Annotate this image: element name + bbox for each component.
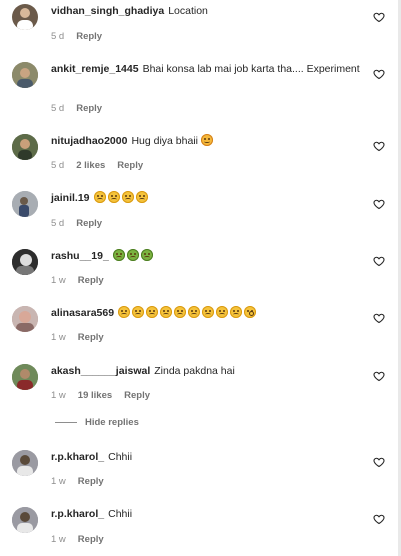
likes-count[interactable]: 2 likes [76, 160, 105, 171]
sad-face-emoji-icon [132, 306, 145, 318]
heart-outline-icon[interactable] [373, 68, 385, 80]
reply-button[interactable]: Reply [76, 218, 102, 229]
heart-outline-icon[interactable] [373, 513, 385, 525]
blushing-face-emoji-icon [200, 134, 213, 146]
sad-face-emoji-icon [121, 191, 134, 203]
comment-username[interactable]: vidhan_singh_ghadiya [51, 5, 164, 17]
likes-count[interactable]: 19 likes [78, 390, 112, 401]
reply-button[interactable]: Reply [78, 332, 104, 343]
comment-time: 1 w [51, 476, 66, 487]
comment-text: Bhai konsa lab mai job karta tha.... Exp… [142, 63, 360, 75]
comment-item: nitujadhao2000 Hug diya bhaii 5 d 2 likes… [0, 128, 398, 178]
avatar[interactable] [12, 4, 38, 30]
avatar[interactable] [12, 364, 38, 390]
comment-time: 5 d [51, 103, 65, 114]
comment-time: 1 w [51, 390, 66, 401]
reply-button[interactable]: Reply [76, 31, 102, 42]
comment-username[interactable]: r.p.kharol_ [51, 451, 104, 463]
reply-button[interactable]: Reply [117, 160, 143, 171]
comment-username[interactable]: rashu__19_ [51, 250, 109, 262]
comment-time: 5 d [51, 31, 65, 42]
comment-time: 1 w [51, 332, 66, 343]
nauseated-face-emoji-icon [140, 249, 153, 261]
comment-time: 1 w [51, 534, 66, 545]
comment-text: Chhii [108, 508, 133, 520]
comment-text: Location [168, 5, 208, 17]
reply-button[interactable]: Reply [78, 476, 104, 487]
sad-face-emoji-icon [118, 306, 131, 318]
sad-face-emoji-icon [202, 306, 215, 318]
sad-face-emoji-icon [188, 306, 201, 318]
reply-button[interactable]: Reply [78, 534, 104, 545]
comment-username[interactable]: nitujadhao2000 [51, 135, 127, 147]
comment-item: ankit_remje_1445 Bhai konsa lab mai job k… [0, 56, 398, 114]
heart-outline-icon[interactable] [373, 312, 385, 324]
comment-text: Zinda pakdna hai [154, 365, 235, 377]
astonished-face-emoji-icon [244, 306, 257, 318]
reply-button[interactable]: Reply [78, 275, 104, 286]
sad-face-emoji-icon [160, 306, 173, 318]
comment-item: jainil.19 5 d Reply [0, 186, 398, 236]
comment-item: vidhan_singh_ghadiya Location 5 d Reply [0, 0, 398, 50]
comment-text: Hug diya bhaii [131, 135, 198, 147]
reply-button[interactable]: Reply [124, 390, 150, 401]
heart-outline-icon[interactable] [373, 198, 385, 210]
heart-outline-icon[interactable] [373, 11, 385, 23]
sad-face-emoji-icon [93, 191, 106, 203]
comment-username[interactable]: akash______jaiswal [51, 365, 150, 377]
hide-replies-button[interactable]: Hide replies [55, 417, 139, 428]
comment-item: rashu__19_ 1 w Reply [0, 243, 398, 293]
avatar[interactable] [12, 450, 38, 476]
nauseated-face-emoji-icon [126, 249, 139, 261]
heart-outline-icon[interactable] [373, 456, 385, 468]
comment-item: akash______jaiswal Zinda pakdna hai 1 w 1… [0, 358, 398, 408]
comment-time: 1 w [51, 275, 66, 286]
sad-face-emoji-icon [216, 306, 229, 318]
avatar[interactable] [12, 134, 38, 160]
comment-username[interactable]: r.p.kharol_ [51, 508, 104, 520]
sad-face-emoji-icon [146, 306, 159, 318]
nauseated-face-emoji-icon [112, 249, 125, 261]
avatar[interactable] [12, 191, 38, 217]
avatar[interactable] [12, 62, 38, 88]
avatar[interactable] [12, 306, 38, 332]
comment-time: 5 d [51, 160, 65, 171]
heart-outline-icon[interactable] [373, 255, 385, 267]
avatar[interactable] [12, 249, 38, 275]
sad-face-emoji-icon [135, 191, 148, 203]
sad-face-emoji-icon [230, 306, 243, 318]
comment-item: alinasara569 1 w Reply [0, 300, 398, 350]
heart-outline-icon[interactable] [373, 370, 385, 382]
comment-time: 5 d [51, 218, 65, 229]
comment-username[interactable]: jainil.19 [51, 192, 90, 204]
comment-username[interactable]: alinasara569 [51, 307, 114, 319]
comment-text: Chhii [108, 451, 133, 463]
comment-item: r.p.kharol_ Chhii 1 w Reply [0, 444, 398, 494]
heart-outline-icon[interactable] [373, 140, 385, 152]
reply-button[interactable]: Reply [76, 103, 102, 114]
sad-face-emoji-icon [174, 306, 187, 318]
hide-replies-label[interactable]: Hide replies [85, 417, 139, 428]
comment-username[interactable]: ankit_remje_1445 [51, 63, 139, 75]
avatar[interactable] [12, 507, 38, 533]
divider [55, 422, 77, 423]
sad-face-emoji-icon [107, 191, 120, 203]
comment-item: r.p.kharol_ Chhii 1 w Reply [0, 502, 398, 554]
